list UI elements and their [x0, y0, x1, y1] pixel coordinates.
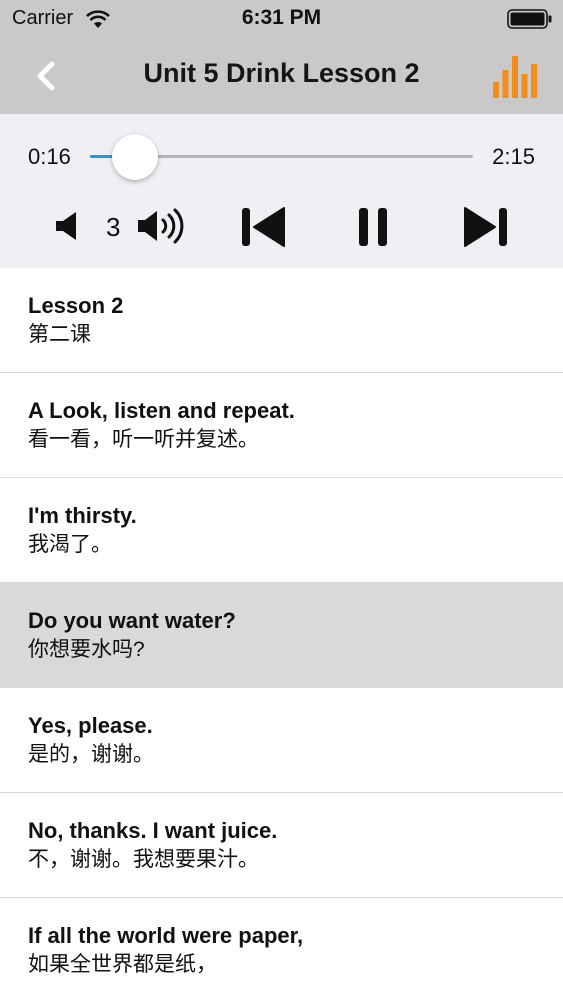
list-item[interactable]: No, thanks. I want juice. 不，谢谢。我想要果汁。 — [0, 793, 563, 898]
slider-thumb[interactable] — [112, 134, 159, 180]
sentence-chinese: 是的，谢谢。 — [28, 743, 154, 766]
volume-level: 3 — [106, 212, 121, 242]
current-time: 0:16 — [28, 144, 71, 169]
pause-icon[interactable] — [356, 206, 390, 248]
sentence-english: Yes, please. — [28, 713, 153, 738]
sentence-chinese: 第二课 — [28, 323, 91, 346]
sentence-english: Lesson 2 — [28, 293, 124, 318]
status-time: 6:31 PM — [241, 6, 322, 29]
audio-player: 0:16 2:15 3 — [0, 114, 563, 268]
list-item[interactable]: Yes, please. 是的，谢谢。 — [0, 688, 563, 793]
sentence-chinese: 你想要水吗? — [28, 638, 145, 661]
navigation-bar: Unit 5 Drink Lesson 2 — [0, 38, 563, 114]
list-item[interactable]: I'm thirsty. 我渴了。 — [0, 478, 563, 583]
sentence-english: Do you want water? — [28, 608, 236, 633]
sentence-english: If all the world were paper, — [28, 923, 304, 948]
list-item[interactable]: Do you want water? 你想要水吗? — [0, 583, 563, 688]
skip-next-icon[interactable] — [463, 206, 509, 248]
list-item[interactable]: If all the world were paper, 如果全世界都是纸， — [0, 898, 563, 1000]
total-time: 2:15 — [492, 144, 535, 169]
page-title: Unit 5 Drink Lesson 2 — [143, 58, 420, 88]
list-item[interactable]: Lesson 2 第二课 — [0, 268, 563, 373]
status-bar: Carrier 6:31 PM — [0, 0, 563, 38]
battery-icon — [507, 9, 552, 29]
sentence-chinese: 如果全世界都是纸， — [28, 953, 217, 976]
volume-up-icon[interactable] — [136, 206, 190, 246]
sentence-chinese: 看一看，听一听并复述。 — [28, 428, 259, 451]
lesson-sentence-list: Lesson 2 第二课 A Look, listen and repeat. … — [0, 268, 563, 1000]
skip-previous-icon[interactable] — [240, 206, 286, 248]
sentence-english: I'm thirsty. — [28, 503, 137, 528]
sentence-chinese: 不，谢谢。我想要果汁。 — [28, 848, 259, 871]
progress-slider[interactable] — [90, 134, 473, 180]
sentence-chinese: 我渴了。 — [28, 533, 112, 556]
bar-chart-icon[interactable] — [493, 52, 537, 98]
sentence-english: A Look, listen and repeat. — [28, 398, 295, 423]
sentence-english: No, thanks. I want juice. — [28, 818, 278, 843]
volume-down-icon[interactable] — [54, 210, 82, 242]
list-item[interactable]: A Look, listen and repeat. 看一看，听一听并复述。 — [0, 373, 563, 478]
